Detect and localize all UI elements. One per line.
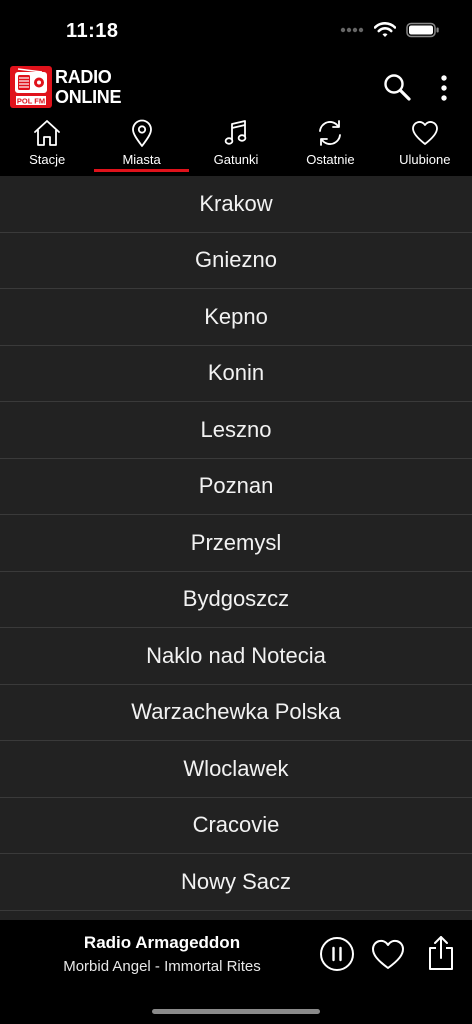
battery-icon xyxy=(406,22,439,38)
heart-icon xyxy=(411,121,438,145)
list-item[interactable]: Leszno xyxy=(0,402,472,459)
tab-bar: Stacje Miasta Gatunki Ostatnie Ulubione xyxy=(0,114,472,176)
app-logo: POL FM xyxy=(10,66,52,108)
app-title-line1: RADIO xyxy=(55,67,112,87)
wifi-icon xyxy=(374,22,396,37)
tab-ostatnie[interactable]: Ostatnie xyxy=(283,114,377,176)
list-item[interactable]: Gniezno xyxy=(0,233,472,289)
logo-text: POL FM xyxy=(17,97,45,106)
list-item[interactable]: Przemysl xyxy=(0,515,472,572)
signal-icon xyxy=(340,27,364,33)
tab-label: Ulubione xyxy=(399,152,451,167)
tab-label: Gatunki xyxy=(213,152,259,167)
list-item[interactable]: Wloclawek xyxy=(0,741,472,798)
pause-icon xyxy=(320,937,354,971)
status-indicators xyxy=(340,22,440,38)
location-pin-icon xyxy=(131,119,152,147)
tab-miasta[interactable]: Miasta xyxy=(94,114,189,176)
tab-stacje[interactable]: Stacje xyxy=(0,114,94,176)
more-vertical-icon xyxy=(441,75,447,101)
app-title: RADIO ONLINE xyxy=(55,67,122,107)
status-time: 11:18 xyxy=(66,20,119,42)
tab-gatunki[interactable]: Gatunki xyxy=(189,114,283,176)
tab-label: Ostatnie xyxy=(306,152,355,167)
share-icon xyxy=(429,936,453,970)
list-item[interactable]: Kepno xyxy=(0,289,472,346)
pause-button[interactable] xyxy=(319,936,355,972)
home-icon xyxy=(34,120,61,146)
active-tab-indicator xyxy=(94,169,189,172)
music-note-icon xyxy=(224,120,247,145)
more-menu-button[interactable] xyxy=(434,70,454,106)
search-button[interactable] xyxy=(382,72,414,104)
tab-label: Stacje xyxy=(29,152,66,167)
list-item[interactable]: Konin xyxy=(0,346,472,402)
app-header: POL FM RADIO ONLINE xyxy=(0,62,472,114)
favorite-button[interactable] xyxy=(370,937,406,971)
list-item[interactable]: Cracovie xyxy=(0,798,472,854)
heart-icon xyxy=(371,939,405,969)
home-indicator[interactable] xyxy=(152,1009,320,1014)
list-item[interactable]: Warzachewka Polska xyxy=(0,685,472,741)
status-bar: 11:18 xyxy=(0,0,472,62)
list-item[interactable]: Krakow xyxy=(0,176,472,233)
refresh-icon xyxy=(319,120,342,146)
share-button[interactable] xyxy=(426,934,456,972)
city-list: Krakow Gniezno Kepno Konin Leszno Poznan… xyxy=(0,176,472,920)
search-icon xyxy=(384,74,411,101)
tab-label: Miasta xyxy=(122,152,161,167)
list-item[interactable]: Bydgoszcz xyxy=(0,572,472,628)
player-station-name: Radio Armageddon xyxy=(83,933,241,952)
tab-ulubione[interactable]: Ulubione xyxy=(378,114,472,176)
app-title-line2: ONLINE xyxy=(55,87,122,107)
list-item[interactable]: Naklo nad Notecia xyxy=(0,628,472,685)
list-item[interactable]: Nowy Sacz xyxy=(0,854,472,911)
player-track-title: Morbid Angel - Immortal Rites xyxy=(63,958,261,975)
list-item[interactable]: Poznan xyxy=(0,459,472,515)
